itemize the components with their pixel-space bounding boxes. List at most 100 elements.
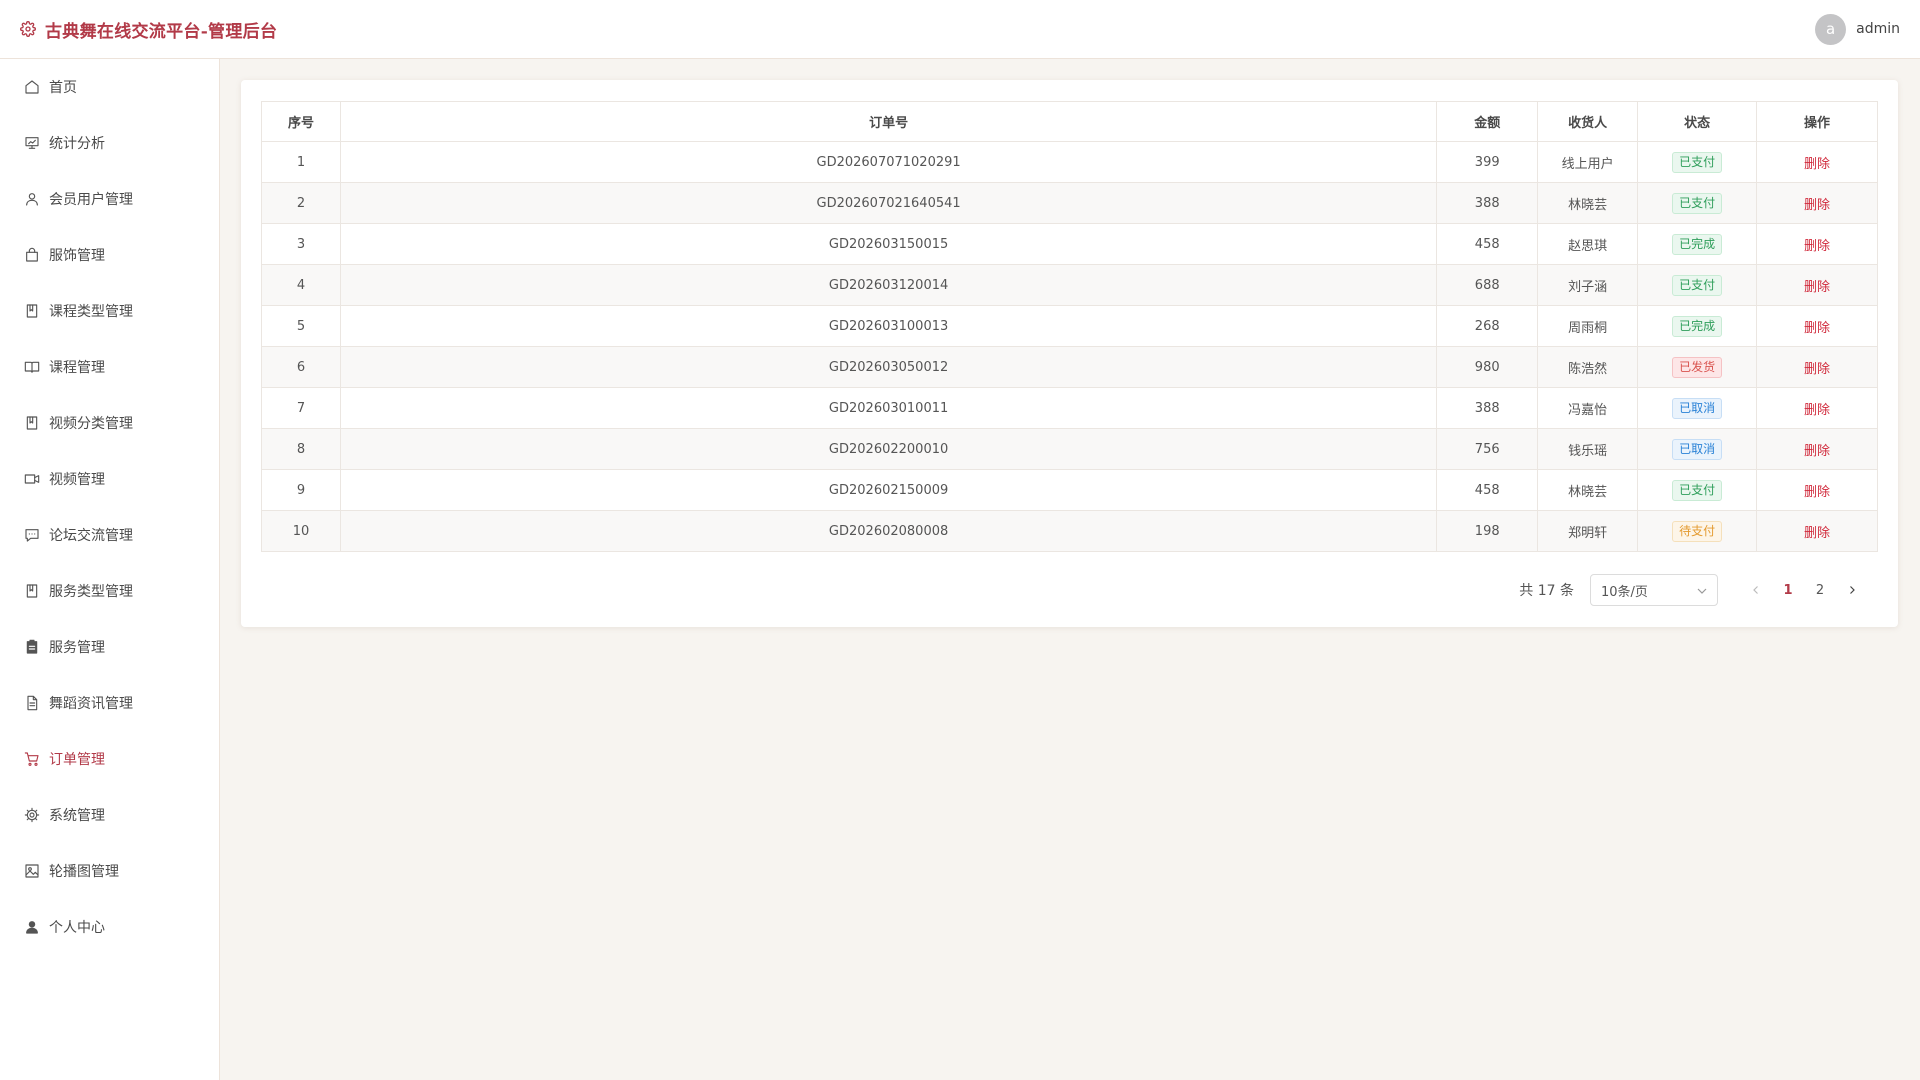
status-badge: 已支付 xyxy=(1672,192,1723,214)
presentation-chart-icon xyxy=(24,135,40,151)
sidebar-item[interactable]: 课程管理 xyxy=(0,339,219,395)
page-size-value: 10条/页 xyxy=(1601,584,1648,600)
cell-order-number: GD202602080008 xyxy=(339,510,1438,552)
gear-icon xyxy=(20,21,36,37)
notebook-icon xyxy=(24,583,40,599)
sidebar-item-label: 统计分析 xyxy=(49,136,105,152)
cell-receiver: 林晓芸 xyxy=(1537,469,1639,511)
status-badge: 待支付 xyxy=(1672,520,1723,542)
cell-order-number: GD202602150009 xyxy=(339,469,1438,511)
gear-icon xyxy=(24,807,40,823)
cell-status: 已支付 xyxy=(1637,182,1758,224)
delete-button[interactable]: 删除 xyxy=(1804,444,1830,459)
order-table-card: 序号 订单号 金额 收货人 状态 操作 1 GD202607071020291 399 线上用户… xyxy=(241,80,1898,627)
shopping-bag-icon xyxy=(24,247,40,263)
sidebar-item[interactable]: 视频分类管理 xyxy=(0,395,219,451)
column-header: 状态 xyxy=(1637,101,1758,142)
sidebar-item-label: 视频管理 xyxy=(49,472,105,488)
user-menu[interactable]: a admin xyxy=(1815,13,1900,45)
delete-button[interactable]: 删除 xyxy=(1804,321,1830,336)
cell-status: 已支付 xyxy=(1637,469,1758,511)
column-header: 序号 xyxy=(261,101,341,142)
cell-index: 5 xyxy=(261,305,341,347)
delete-button[interactable]: 删除 xyxy=(1804,239,1830,254)
delete-button[interactable]: 删除 xyxy=(1804,198,1830,213)
sidebar-item-label: 会员用户管理 xyxy=(49,192,133,208)
table-row: 10 GD202602080008 198 郑明轩 待支付 删除 xyxy=(261,510,1878,552)
sidebar-item[interactable]: 首页 xyxy=(0,59,219,115)
cell-actions: 删除 xyxy=(1756,428,1878,470)
table-header-row: 序号 订单号 金额 收货人 状态 操作 xyxy=(261,101,1878,142)
cell-index: 9 xyxy=(261,469,341,511)
chevron-right-icon xyxy=(1850,586,1855,594)
delete-button[interactable]: 删除 xyxy=(1804,403,1830,418)
cell-actions: 删除 xyxy=(1756,510,1878,552)
page-number-button[interactable]: 1 xyxy=(1772,576,1804,604)
sidebar-item[interactable]: 会员用户管理 xyxy=(0,171,219,227)
shopping-cart-icon xyxy=(24,751,40,767)
page-size-select[interactable]: 10条/页 xyxy=(1590,574,1718,606)
sidebar-item[interactable]: 服饰管理 xyxy=(0,227,219,283)
sidebar-item-label: 服务类型管理 xyxy=(49,584,133,600)
cell-receiver: 冯嘉怡 xyxy=(1537,387,1639,429)
sidebar-item[interactable]: 服务管理 xyxy=(0,619,219,675)
delete-button[interactable]: 删除 xyxy=(1804,157,1830,172)
sidebar-item[interactable]: 个人中心 xyxy=(0,899,219,955)
pagination: 共 17 条 10条/页 12 xyxy=(1519,574,1868,606)
sidebar-item-label: 论坛交流管理 xyxy=(49,528,133,544)
cell-receiver: 钱乐瑶 xyxy=(1537,428,1639,470)
cell-index: 3 xyxy=(261,223,341,265)
delete-button[interactable]: 删除 xyxy=(1804,526,1830,541)
sidebar-item[interactable]: 视频管理 xyxy=(0,451,219,507)
status-badge: 已取消 xyxy=(1672,438,1723,460)
status-badge: 已支付 xyxy=(1672,151,1723,173)
sidebar-item[interactable]: 系统管理 xyxy=(0,787,219,843)
column-header: 订单号 xyxy=(339,101,1438,142)
sidebar-item-label: 订单管理 xyxy=(49,752,105,768)
cell-status: 已支付 xyxy=(1637,264,1758,306)
cell-amount: 198 xyxy=(1436,510,1539,552)
username[interactable]: admin xyxy=(1856,21,1900,37)
sidebar-item-label: 轮播图管理 xyxy=(49,864,119,880)
sidebar-item[interactable]: 服务类型管理 xyxy=(0,563,219,619)
cell-actions: 删除 xyxy=(1756,141,1878,183)
sidebar-item[interactable]: 课程类型管理 xyxy=(0,283,219,339)
sidebar-item[interactable]: 订单管理 xyxy=(0,731,219,787)
cell-status: 已完成 xyxy=(1637,223,1758,265)
sidebar-item-label: 系统管理 xyxy=(49,808,105,824)
delete-button[interactable]: 删除 xyxy=(1804,280,1830,295)
notebook-icon xyxy=(24,415,40,431)
image-icon xyxy=(24,863,40,879)
table-row: 6 GD202603050012 980 陈浩然 已发货 删除 xyxy=(261,346,1878,388)
cell-index: 1 xyxy=(261,141,341,183)
delete-button[interactable]: 删除 xyxy=(1804,485,1830,500)
table-row: 8 GD202602200010 756 钱乐瑶 已取消 删除 xyxy=(261,428,1878,470)
table-row: 4 GD202603120014 688 刘子涵 已支付 删除 xyxy=(261,264,1878,306)
cell-order-number: GD202603010011 xyxy=(339,387,1438,429)
total-count: 共 17 条 xyxy=(1519,583,1574,599)
sidebar-item-label: 服务管理 xyxy=(49,640,105,656)
table-row: 2 GD202607021640541 388 林晓芸 已支付 删除 xyxy=(261,182,1878,224)
cell-order-number: GD202607021640541 xyxy=(339,182,1438,224)
prev-page-button[interactable] xyxy=(1740,576,1772,604)
avatar[interactable]: a xyxy=(1815,13,1847,45)
cell-index: 2 xyxy=(261,182,341,224)
sidebar-item[interactable]: 统计分析 xyxy=(0,115,219,171)
delete-button[interactable]: 删除 xyxy=(1804,362,1830,377)
table-row: 5 GD202603100013 268 周雨桐 已完成 删除 xyxy=(261,305,1878,347)
cell-amount: 268 xyxy=(1436,305,1539,347)
sidebar-item[interactable]: 轮播图管理 xyxy=(0,843,219,899)
cell-index: 10 xyxy=(261,510,341,552)
status-badge: 已取消 xyxy=(1672,397,1723,419)
cell-amount: 688 xyxy=(1436,264,1539,306)
page-number-button[interactable]: 2 xyxy=(1804,576,1836,604)
cell-amount: 399 xyxy=(1436,141,1539,183)
sidebar-item[interactable]: 舞蹈资讯管理 xyxy=(0,675,219,731)
cell-order-number: GD202603120014 xyxy=(339,264,1438,306)
table-row: 9 GD202602150009 458 林晓芸 已支付 删除 xyxy=(261,469,1878,511)
column-header: 金额 xyxy=(1436,101,1539,142)
next-page-button[interactable] xyxy=(1836,576,1868,604)
sidebar-item-label: 课程管理 xyxy=(49,360,105,376)
table-row: 7 GD202603010011 388 冯嘉怡 已取消 删除 xyxy=(261,387,1878,429)
sidebar-item[interactable]: 论坛交流管理 xyxy=(0,507,219,563)
